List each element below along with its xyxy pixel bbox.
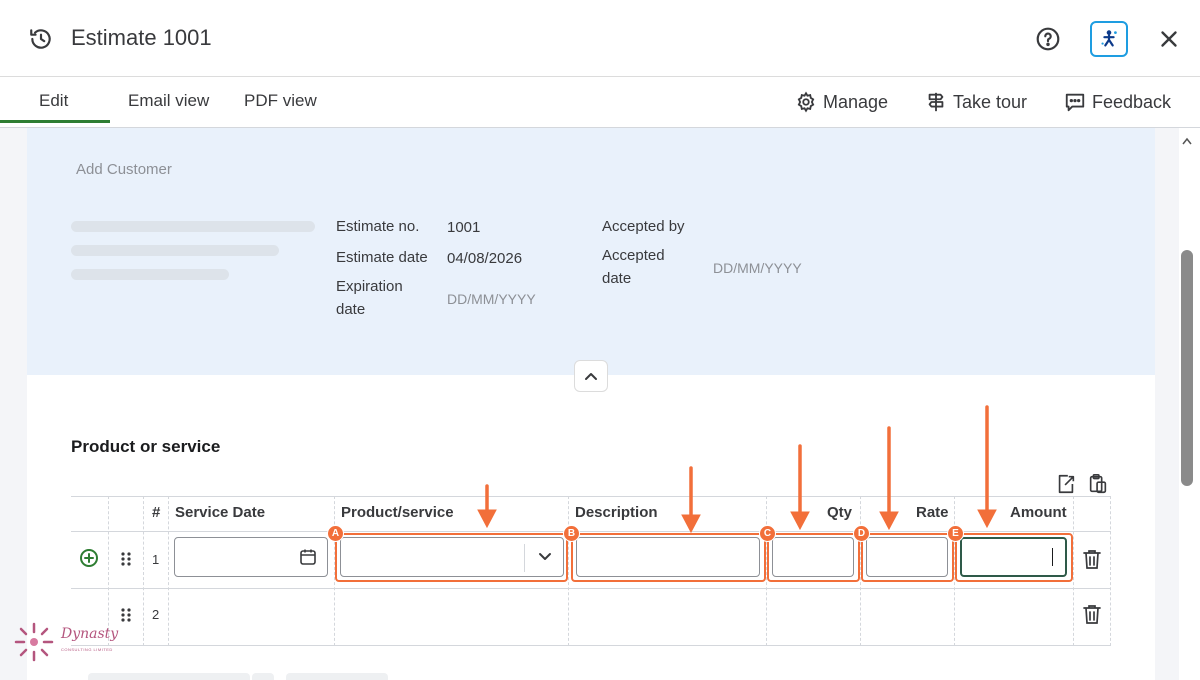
logo-mark-icon: [14, 622, 54, 662]
logo-text: Dynasty: [61, 626, 119, 642]
add-lines-dropdown[interactable]: [252, 673, 274, 680]
annotation-arrows: [477, 405, 997, 534]
watermark-logo: Dynasty CONSULTING LIMITED: [12, 620, 132, 664]
scrollbar-thumb[interactable]: [1181, 250, 1193, 486]
add-lines-button[interactable]: [88, 673, 250, 680]
logo-subtext: CONSULTING LIMITED: [61, 647, 113, 652]
clear-lines-button[interactable]: [286, 673, 388, 680]
scroll-up-arrow-icon[interactable]: [1182, 137, 1192, 145]
